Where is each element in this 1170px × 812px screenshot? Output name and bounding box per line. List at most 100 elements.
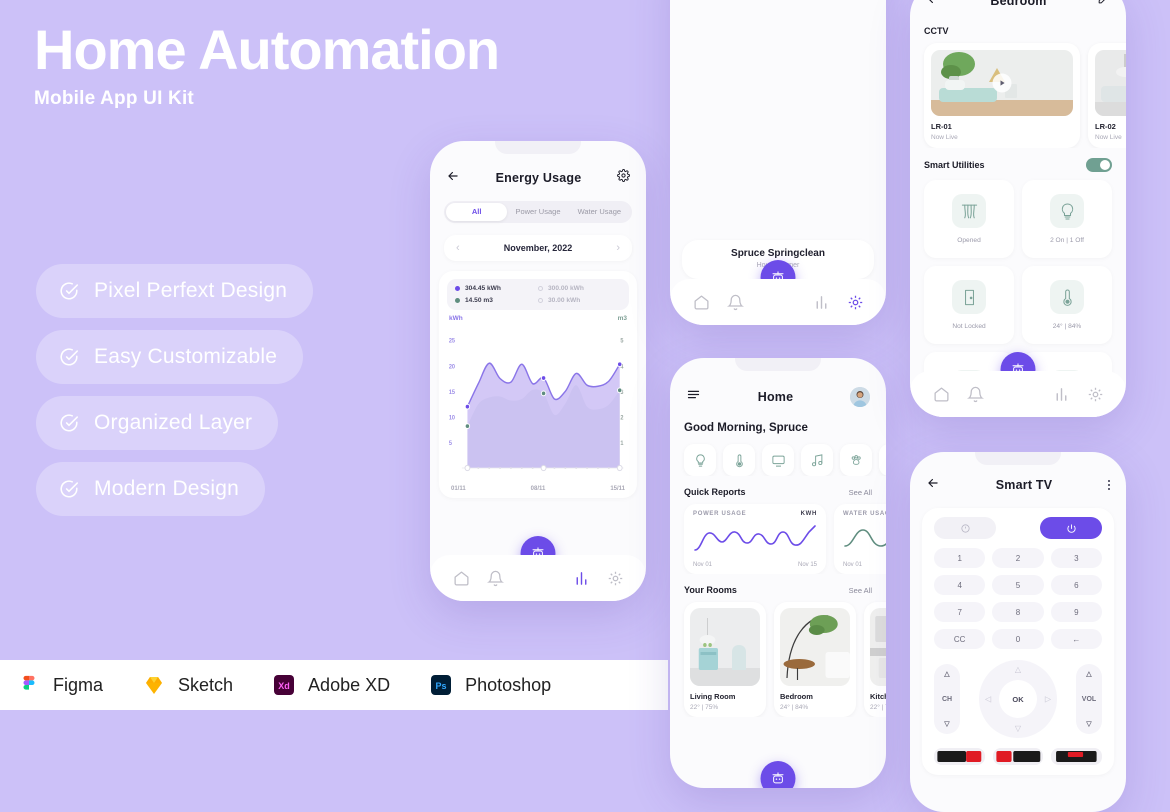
room-card[interactable]: Kitchen 22° | 71%: [864, 602, 886, 717]
room-card[interactable]: Living Room 22° | 75%: [684, 602, 766, 717]
quick-report-power[interactable]: POWER USAGE KWH Nov 01 Nov 15: [684, 504, 826, 574]
key-4[interactable]: 4: [934, 575, 986, 595]
feature-item: Pixel Perfext Design: [36, 264, 314, 318]
tool-label: Figma: [53, 674, 104, 695]
key-6[interactable]: 6: [1050, 575, 1102, 595]
bell-icon[interactable]: [486, 570, 504, 587]
cctv-card[interactable]: LR-02 Now Live: [1088, 43, 1126, 148]
back-arrow-icon[interactable]: [926, 476, 940, 495]
tv-header: Smart TV: [910, 466, 1126, 504]
chart-icon[interactable]: [573, 570, 590, 587]
home-icon[interactable]: [453, 570, 470, 587]
volume-rocker[interactable]: △ VOL ▽: [1076, 664, 1102, 734]
utility-curtain[interactable]: Opened: [924, 180, 1014, 258]
key-cc[interactable]: CC: [934, 629, 986, 649]
key-3[interactable]: 3: [1050, 548, 1102, 568]
gear-icon[interactable]: [617, 169, 630, 187]
svg-text:5: 5: [449, 441, 453, 447]
chevron-right-icon[interactable]: ›: [616, 242, 620, 254]
promo-block: Home Automation Mobile App UI Kit: [34, 18, 634, 110]
pencil-icon[interactable]: [1097, 0, 1110, 10]
sketch-icon: [141, 672, 167, 698]
robot-icon-fab[interactable]: [760, 761, 796, 788]
key-8[interactable]: 8: [992, 602, 1044, 622]
hamburger-icon[interactable]: [686, 387, 701, 407]
cctv-card[interactable]: LR-01 Now Live: [924, 43, 1080, 148]
check-circle-icon: [58, 412, 80, 434]
channel-rocker[interactable]: △ CH ▽: [934, 664, 960, 734]
see-all-link[interactable]: See All: [849, 488, 872, 497]
shortcut-tv[interactable]: [762, 444, 794, 476]
bottom-nav[interactable]: [670, 279, 886, 325]
report-label: POWER USAGE: [693, 511, 747, 517]
see-all-link[interactable]: See All: [849, 586, 872, 595]
back-arrow-icon[interactable]: [926, 0, 940, 11]
bell-icon[interactable]: [726, 294, 744, 311]
room-card[interactable]: Bedroom 24° | 84%: [774, 602, 856, 717]
bottom-nav[interactable]: [910, 371, 1126, 417]
utility-lights[interactable]: 2 On | 1 Off: [1022, 180, 1112, 258]
utility-thermostat[interactable]: 24° | 84%: [1022, 266, 1112, 344]
avatar[interactable]: [850, 387, 870, 407]
bell-icon[interactable]: [966, 386, 984, 403]
back-arrow-icon[interactable]: [446, 169, 460, 188]
quick-report-water[interactable]: WATER USAGE Nov 01 Nov 15: [834, 504, 886, 574]
utility-door[interactable]: Not Locked: [924, 266, 1014, 344]
tab-water-usage[interactable]: Water Usage: [569, 203, 630, 221]
chevron-left-icon[interactable]: ‹: [456, 242, 460, 254]
source-button[interactable]: [934, 517, 996, 539]
tab-power-usage[interactable]: Power Usage: [507, 203, 568, 221]
gear-icon[interactable]: [1087, 386, 1104, 403]
shortcut-bulb[interactable]: [684, 444, 716, 476]
key-7[interactable]: 7: [934, 602, 986, 622]
dpad-left-icon[interactable]: ◁: [985, 695, 991, 704]
room-photo: [690, 608, 760, 686]
gear-icon[interactable]: [847, 294, 864, 311]
chart-icon[interactable]: [813, 294, 830, 311]
keypad[interactable]: 1 2 3 4 5 6 7 8 9 CC 0 ←: [934, 548, 1102, 649]
chevron-up-icon[interactable]: △: [1086, 670, 1091, 678]
more-vertical-icon[interactable]: [1107, 480, 1110, 490]
key-back-icon[interactable]: ←: [1050, 629, 1102, 649]
dpad-up-icon[interactable]: △: [1015, 665, 1021, 674]
channel-logo-1[interactable]: [934, 748, 985, 765]
home-icon[interactable]: [933, 386, 950, 403]
ok-button[interactable]: OK: [999, 680, 1037, 718]
power-button[interactable]: [1040, 517, 1102, 539]
dpad[interactable]: △ ▽ ◁ ▷ OK: [979, 660, 1057, 738]
bottom-nav[interactable]: [430, 555, 646, 601]
key-2[interactable]: 2: [992, 548, 1044, 568]
key-1[interactable]: 1: [934, 548, 986, 568]
key-9[interactable]: 9: [1050, 602, 1102, 622]
page-subtitle: Mobile App UI Kit: [34, 88, 194, 110]
shortcut-thermometer[interactable]: [723, 444, 755, 476]
chevron-down-icon[interactable]: ▽: [1086, 720, 1091, 728]
gear-icon[interactable]: [607, 570, 624, 587]
shortcut-paw[interactable]: [840, 444, 872, 476]
energy-tabs[interactable]: All Power Usage Water Usage: [444, 201, 632, 223]
month-selector[interactable]: ‹ November, 2022 ›: [444, 235, 632, 261]
dpad-right-icon[interactable]: ▷: [1045, 695, 1051, 704]
key-0[interactable]: 0: [992, 629, 1044, 649]
page-title: Smart TV: [995, 478, 1053, 492]
play-icon[interactable]: [992, 73, 1012, 93]
key-5[interactable]: 5: [992, 575, 1044, 595]
chevron-up-icon[interactable]: △: [944, 670, 949, 678]
section-title: Quick Reports: [684, 487, 746, 497]
channel-logo-2[interactable]: [992, 748, 1044, 765]
home-header: Home: [670, 378, 886, 416]
dpad-down-icon[interactable]: ▽: [1015, 724, 1021, 733]
chart-icon[interactable]: [1053, 386, 1070, 403]
home-icon[interactable]: [693, 294, 710, 311]
svg-text:Ps: Ps: [436, 681, 447, 691]
chevron-down-icon[interactable]: ▽: [944, 720, 949, 728]
shortcut-music[interactable]: [801, 444, 833, 476]
adobe-xd-icon: Xd: [271, 672, 297, 698]
photoshop-icon: Ps: [428, 672, 454, 698]
utilities-toggle[interactable]: [1086, 158, 1112, 172]
channel-logo-3[interactable]: [1051, 748, 1103, 765]
shortcut-door[interactable]: [879, 444, 886, 476]
room-name: Kitchen: [870, 692, 886, 701]
shortcut-row[interactable]: [670, 434, 886, 476]
tab-all[interactable]: All: [446, 203, 508, 221]
